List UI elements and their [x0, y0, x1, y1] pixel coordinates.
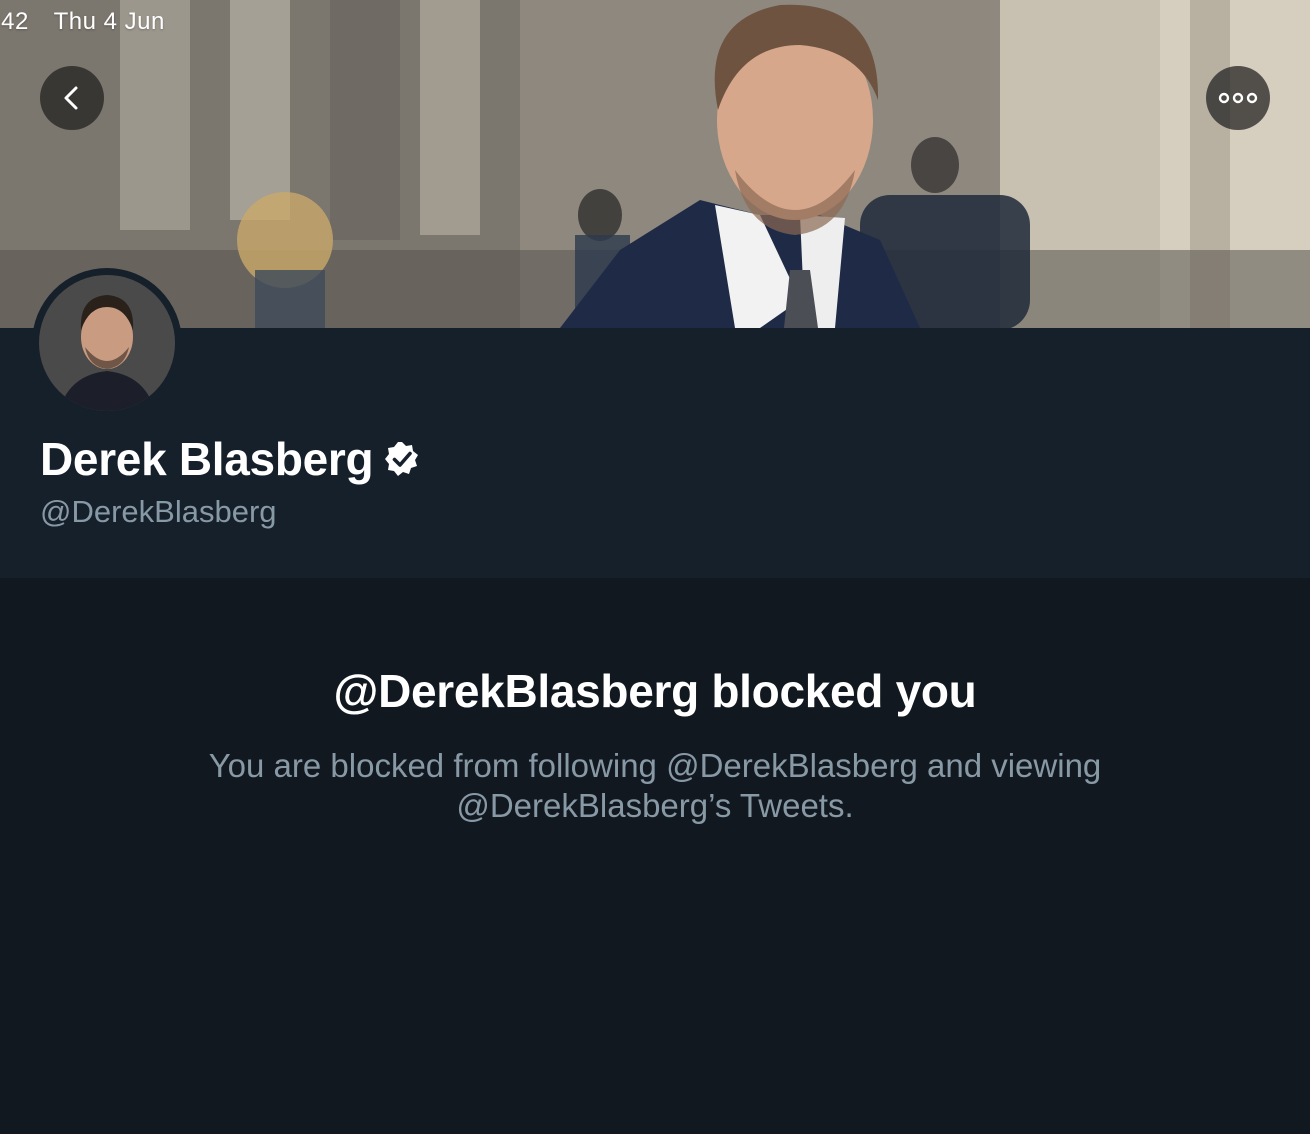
blocked-title: @DerekBlasberg blocked you	[333, 665, 977, 717]
verified-badge-icon	[383, 440, 421, 478]
profile-banner: :42 Thu 4 Jun	[0, 0, 1310, 328]
profile-screen: :42 Thu 4 Jun	[0, 0, 1310, 1134]
avatar[interactable]	[32, 268, 182, 418]
display-name: Derek Blasberg	[40, 433, 374, 485]
more-options-button[interactable]	[1206, 66, 1270, 130]
status-date: Thu 4 Jun	[53, 8, 165, 35]
blocked-description-line-1: You are blocked from following @DerekBla…	[208, 747, 1102, 784]
blocked-description-line-2: @DerekBlasberg’s Tweets.	[456, 787, 854, 824]
profile-name-row: Derek Blasberg	[40, 432, 421, 486]
status-time: :42	[0, 8, 29, 35]
more-horizontal-icon	[1218, 92, 1258, 104]
blocked-description: You are blocked from following @DerekBla…	[180, 746, 1130, 826]
status-bar: :42 Thu 4 Jun	[0, 8, 183, 36]
back-button[interactable]	[40, 66, 104, 130]
blocked-message-panel: @DerekBlasberg blocked you You are block…	[0, 578, 1310, 1134]
banner-photo	[0, 0, 1310, 328]
avatar-photo	[39, 275, 175, 411]
profile-handle: @DerekBlasberg	[40, 494, 277, 529]
chevron-left-icon	[64, 86, 78, 110]
